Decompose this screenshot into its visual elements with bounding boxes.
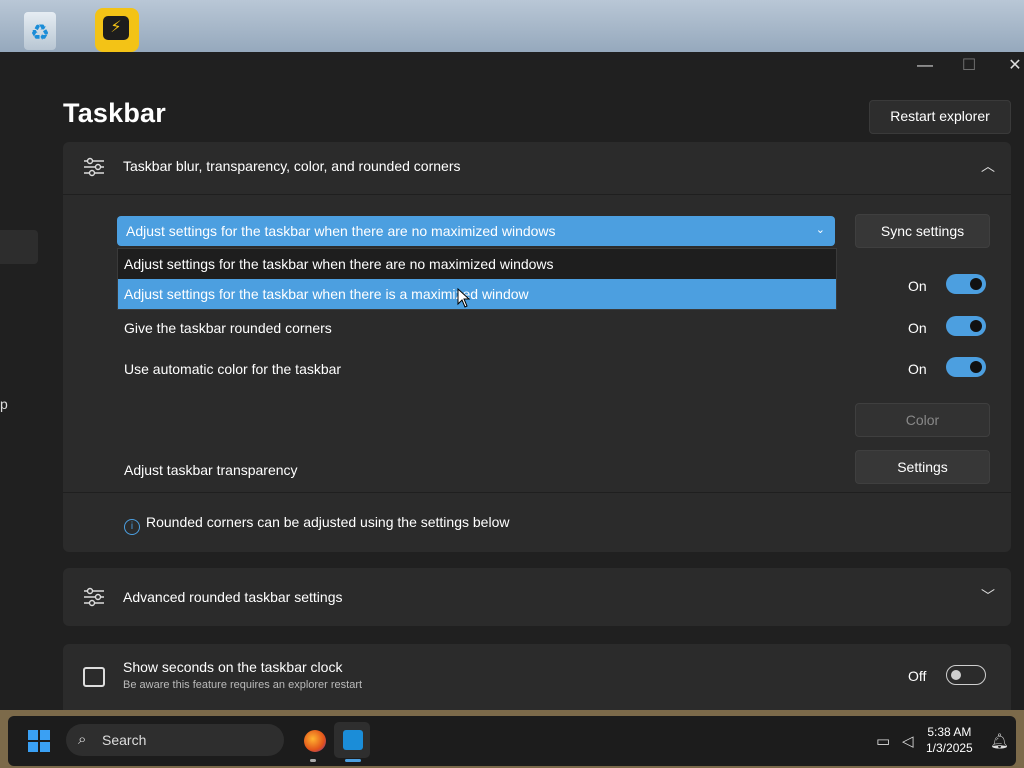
- minimize-button[interactable]: —: [902, 52, 948, 82]
- seconds-title: Show seconds on the taskbar clock: [123, 659, 343, 675]
- seconds-subtitle: Be aware this feature requires an explor…: [123, 679, 363, 691]
- sliders-icon: [84, 587, 104, 607]
- network-icon[interactable]: ▭: [876, 732, 890, 750]
- divider: [63, 492, 1011, 493]
- color-button[interactable]: Color: [855, 403, 990, 437]
- window-state-dropdown[interactable]: Adjust settings for the taskbar when the…: [117, 216, 835, 246]
- search-icon: ⌕: [78, 731, 87, 748]
- advanced-section-title: Advanced rounded taskbar settings: [123, 589, 343, 605]
- restart-explorer-button[interactable]: Restart explorer: [869, 100, 1011, 134]
- app-shortcut-icon[interactable]: ⚡: [95, 8, 139, 52]
- toggle-state-label: On: [908, 278, 927, 294]
- search-box[interactable]: ⌕ Search: [66, 724, 284, 756]
- seconds-clock-card: Show seconds on the taskbar clock Be awa…: [63, 644, 1011, 710]
- settings-window: — ☐ ✕ p Taskbar Restart explorer Taskbar…: [0, 52, 1024, 710]
- sync-settings-button[interactable]: Sync settings: [855, 214, 990, 248]
- dropdown-option[interactable]: Adjust settings for the taskbar when the…: [118, 279, 836, 309]
- notification-bell-icon[interactable]: 🔔︎: [990, 732, 1009, 750]
- info-note: i Rounded corners can be adjusted using t…: [124, 514, 509, 535]
- start-button[interactable]: [28, 730, 50, 752]
- clock-icon: [83, 667, 105, 687]
- seconds-toggle[interactable]: [946, 665, 986, 685]
- chevron-up-icon[interactable]: ︿: [981, 156, 995, 176]
- dropdown-option[interactable]: Adjust settings for the taskbar when the…: [118, 249, 836, 279]
- blur-section-title: Taskbar blur, transparency, color, and r…: [123, 158, 461, 174]
- auto-color-label: Use automatic color for the taskbar: [124, 361, 342, 377]
- taskbar: ⌕ Search ▭ ◁ 5:38 AM 1/3/2025 🔔︎: [0, 710, 1024, 768]
- blur-settings-card: Taskbar blur, transparency, color, and r…: [63, 142, 1011, 552]
- dropdown-value: Adjust settings for the taskbar when the…: [126, 223, 556, 239]
- system-clock[interactable]: 5:38 AM 1/3/2025: [926, 724, 973, 756]
- search-placeholder: Search: [102, 732, 147, 748]
- auto-color-toggle[interactable]: [946, 357, 986, 377]
- chevron-down-icon[interactable]: ﹀: [981, 586, 995, 606]
- recycle-bin-icon[interactable]: ♻: [18, 8, 62, 52]
- info-text: Rounded corners can be adjusted using th…: [146, 514, 510, 530]
- divider: [63, 194, 1011, 195]
- chevron-down-icon: ⌄: [815, 224, 825, 236]
- auto-color-state: On: [908, 361, 927, 377]
- sidebar-partial-label: p: [0, 396, 8, 412]
- sliders-icon: [84, 157, 104, 177]
- taskbar-tweaker-app-icon[interactable]: [334, 722, 370, 762]
- transparency-settings-button[interactable]: Settings: [855, 450, 990, 484]
- rounded-corners-label: Give the taskbar rounded corners: [124, 320, 332, 336]
- first-toggle[interactable]: [946, 274, 986, 294]
- page-title: Taskbar: [63, 98, 166, 128]
- rounded-corners-toggle[interactable]: [946, 316, 986, 336]
- blur-section-header[interactable]: Taskbar blur, transparency, color, and r…: [63, 142, 1011, 194]
- firefox-taskbar-icon[interactable]: [296, 722, 332, 762]
- rounded-corners-state: On: [908, 320, 927, 336]
- volume-icon[interactable]: ◁: [902, 732, 914, 750]
- close-button[interactable]: ✕: [992, 52, 1024, 82]
- transparency-label: Adjust taskbar transparency: [124, 462, 298, 478]
- clock-time: 5:38 AM: [927, 725, 972, 739]
- sidebar-selected-item[interactable]: [0, 230, 38, 264]
- info-icon: i: [124, 519, 140, 535]
- maximize-button[interactable]: ☐: [946, 52, 992, 82]
- dropdown-list: Adjust settings for the taskbar when the…: [117, 248, 837, 310]
- seconds-state: Off: [908, 668, 927, 684]
- advanced-settings-card[interactable]: Advanced rounded taskbar settings ﹀: [63, 568, 1011, 626]
- clock-date: 1/3/2025: [926, 741, 973, 755]
- mouse-cursor-icon: [457, 288, 471, 308]
